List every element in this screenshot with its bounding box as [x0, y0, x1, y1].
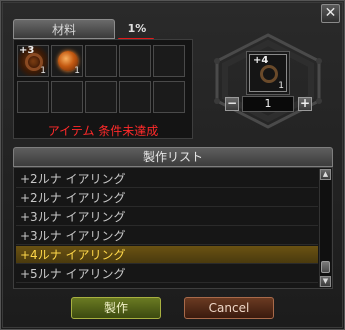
list-item[interactable]: +3ルナ イアリング — [16, 208, 318, 226]
quantity-increase-button[interactable]: + — [298, 97, 312, 111]
material-slot[interactable]: 1 — [51, 45, 83, 77]
scroll-thumb[interactable] — [321, 261, 330, 273]
list-item[interactable]: +2ルナ イアリング — [16, 170, 318, 188]
material-slot[interactable] — [85, 81, 117, 113]
quantity-decrease-button[interactable]: − — [225, 97, 239, 111]
craft-list-header: 製作リスト — [13, 147, 333, 167]
material-slot[interactable] — [17, 81, 49, 113]
scroll-down-icon[interactable]: ▼ — [320, 276, 331, 287]
scroll-up-icon[interactable]: ▲ — [320, 169, 331, 180]
enchant-level: +3 — [19, 45, 35, 56]
tab-materials[interactable]: 材料 — [13, 19, 115, 39]
item-count: 1 — [40, 66, 46, 76]
crafting-window: ✕ 材料 1% +3 1 1 アイテム 条件未達成 +4 1 − 1 + 製作リ… — [0, 0, 345, 330]
material-slot[interactable] — [153, 45, 185, 77]
list-item[interactable]: +5ルナ イアリング — [16, 265, 318, 283]
craft-button[interactable]: 製作 — [71, 297, 161, 319]
item-count: 1 — [74, 66, 80, 76]
list-item[interactable]: +3ルナ イアリング — [16, 227, 318, 245]
result-slot[interactable]: +4 1 — [249, 54, 287, 92]
quantity-input[interactable]: 1 — [242, 96, 294, 112]
material-slot[interactable] — [85, 45, 117, 77]
list-item[interactable]: +2ルナ イアリング — [16, 189, 318, 207]
material-slot[interactable] — [119, 45, 151, 77]
material-slot[interactable] — [119, 81, 151, 113]
material-slot[interactable] — [153, 81, 185, 113]
condition-warning: アイテム 条件未達成 — [47, 124, 159, 138]
material-slot[interactable] — [51, 81, 83, 113]
list-scrollbar[interactable]: ▲ ▼ — [319, 169, 331, 287]
result-count: 1 — [278, 81, 284, 91]
result-enchant-level: +4 — [253, 55, 269, 66]
material-slot[interactable]: +3 1 — [17, 45, 49, 77]
craft-list: +2ルナ イアリング +2ルナ イアリング +3ルナ イアリング +3ルナ イア… — [13, 167, 333, 289]
earring-icon — [260, 65, 278, 83]
close-icon: ✕ — [324, 5, 337, 21]
success-rate-label: 1% — [127, 22, 147, 35]
close-button[interactable]: ✕ — [321, 4, 340, 23]
cancel-button[interactable]: Cancel — [184, 297, 274, 319]
list-item-selected[interactable]: +4ルナ イアリング — [16, 246, 318, 264]
